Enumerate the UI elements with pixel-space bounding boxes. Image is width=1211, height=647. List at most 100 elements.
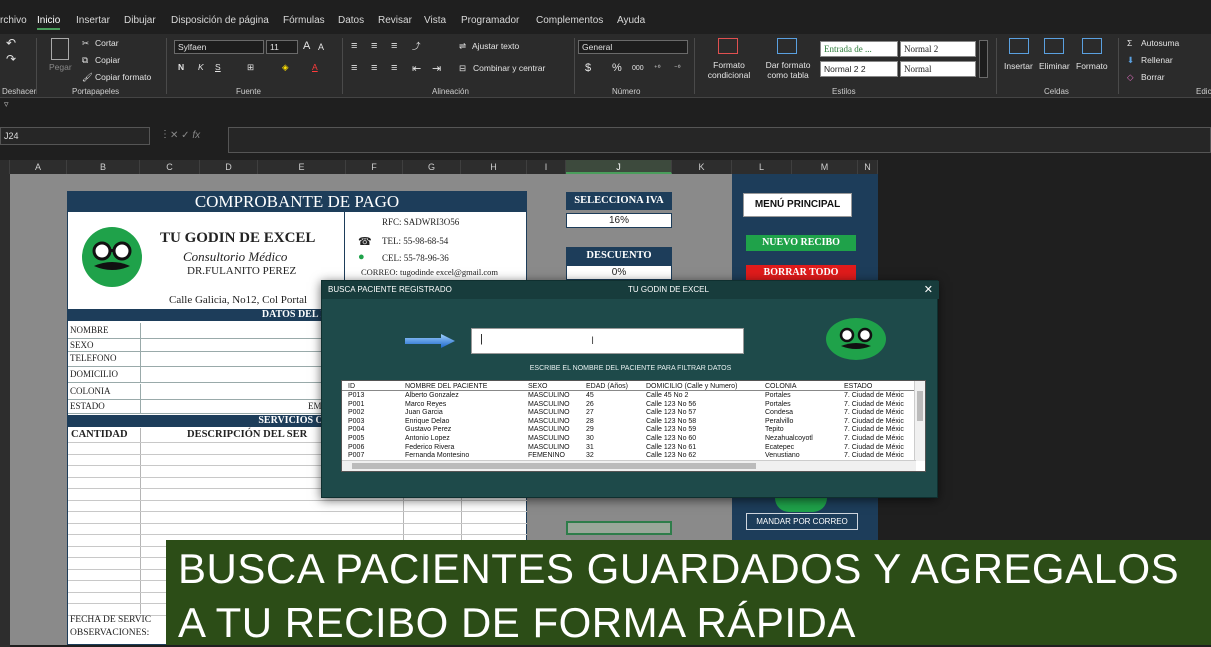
- selected-cell-j24[interactable]: [566, 521, 672, 535]
- row-header[interactable]: [0, 295, 10, 306]
- row-header[interactable]: [0, 361, 10, 372]
- align-left-icon[interactable]: ≡: [351, 62, 357, 74]
- currency-button[interactable]: $: [585, 62, 591, 74]
- row-header[interactable]: [0, 416, 10, 427]
- clear-icon[interactable]: ◇: [1127, 72, 1134, 83]
- menu-inicio[interactable]: Inicio: [37, 15, 61, 30]
- menu-ayuda[interactable]: Ayuda: [617, 15, 645, 26]
- row-header[interactable]: [0, 427, 10, 438]
- cut-button[interactable]: Cortar: [95, 38, 119, 48]
- patient-list-item[interactable]: P002 Juan Garcia MASCULINO 27 Calle 123 No 5…: [342, 409, 916, 417]
- patient-list-item[interactable]: P001 Marco Reyes MASCULINO 26 Calle 123 No 5…: [342, 401, 916, 409]
- insert-cells-button[interactable]: Insertar: [1004, 61, 1033, 71]
- menu-programador[interactable]: Programador: [461, 15, 519, 26]
- thousands-button[interactable]: 000: [632, 65, 644, 72]
- col-header-k[interactable]: K: [672, 160, 732, 174]
- row-header[interactable]: [0, 449, 10, 460]
- row-header[interactable]: [0, 570, 10, 581]
- redo-icon[interactable]: ↷: [6, 52, 16, 66]
- menu-complementos[interactable]: Complementos: [536, 15, 603, 26]
- row-header[interactable]: [0, 339, 10, 350]
- grow-font-icon[interactable]: A: [303, 40, 310, 52]
- row-header[interactable]: [0, 251, 10, 262]
- align-center-icon[interactable]: ≡: [371, 62, 377, 74]
- format-painter-button[interactable]: Copiar formato: [95, 72, 151, 82]
- patient-search-input[interactable]: | I: [471, 328, 744, 354]
- style-normal-2-2[interactable]: Normal 2 2: [820, 61, 898, 77]
- delete-cells-icon[interactable]: [1044, 38, 1064, 54]
- row-header[interactable]: [0, 493, 10, 504]
- send-email-button[interactable]: MANDAR POR CORREO: [746, 513, 858, 530]
- row-header[interactable]: [0, 317, 10, 328]
- insert-cells-icon[interactable]: [1009, 38, 1029, 54]
- formula-input[interactable]: [228, 127, 1211, 153]
- row-header[interactable]: [0, 438, 10, 449]
- row-header[interactable]: [0, 482, 10, 493]
- number-format-select[interactable]: General: [578, 40, 688, 54]
- row-header[interactable]: [0, 174, 10, 185]
- merge-icon[interactable]: ⊟: [459, 63, 466, 74]
- patient-list-item[interactable]: P004 Gustavo Perez MASCULINO 29 Calle 123 No…: [342, 426, 916, 434]
- row-header[interactable]: [0, 207, 10, 218]
- new-receipt-button[interactable]: NUEVO RECIBO: [746, 235, 856, 251]
- style-normal-2[interactable]: Normal 2: [900, 41, 976, 57]
- indent-increase-icon[interactable]: ⇥: [432, 62, 441, 75]
- styles-scroll[interactable]: [979, 40, 988, 78]
- increase-decimal-icon[interactable]: ⁺⁰: [654, 64, 661, 72]
- menu-datos[interactable]: Datos: [338, 15, 364, 26]
- cut-icon[interactable]: ✂: [82, 38, 89, 49]
- menu-revisar[interactable]: Revisar: [378, 15, 412, 26]
- col-header-m[interactable]: M: [792, 160, 858, 174]
- fill-color-icon[interactable]: ◈: [282, 62, 289, 73]
- row-header[interactable]: [0, 515, 10, 526]
- row-header[interactable]: [0, 284, 10, 295]
- col-header-d[interactable]: D: [200, 160, 258, 174]
- wrap-text-icon[interactable]: ⇌: [459, 41, 466, 52]
- col-header-n[interactable]: N: [858, 160, 878, 174]
- col-header-e[interactable]: E: [258, 160, 346, 174]
- col-header-f[interactable]: F: [346, 160, 403, 174]
- copy-icon[interactable]: ⧉: [82, 55, 88, 66]
- row-header[interactable]: [0, 262, 10, 273]
- align-top-icon[interactable]: ≡: [351, 40, 357, 52]
- row-header[interactable]: [0, 405, 10, 416]
- decrease-decimal-icon[interactable]: ⁻⁰: [674, 64, 681, 72]
- row-header[interactable]: [0, 460, 10, 471]
- patient-list-item[interactable]: P007 Fernanda Montesino FEMENINO 32 Calle 12…: [342, 452, 916, 460]
- col-header-h[interactable]: H: [461, 160, 527, 174]
- row-header[interactable]: [0, 185, 10, 196]
- copy-button[interactable]: Copiar: [95, 55, 120, 65]
- row-header[interactable]: [0, 394, 10, 405]
- row-header[interactable]: [0, 196, 10, 207]
- estado-cell[interactable]: [140, 400, 258, 413]
- row-header[interactable]: [0, 372, 10, 383]
- menu-insertar[interactable]: Insertar: [76, 15, 110, 26]
- format-cells-icon[interactable]: [1082, 38, 1102, 54]
- listbox-hscrollbar[interactable]: [342, 460, 916, 471]
- format-painter-icon[interactable]: 🖌: [82, 72, 93, 83]
- menu-vista[interactable]: Vista: [424, 15, 446, 26]
- fill-icon[interactable]: ⬇: [1127, 55, 1134, 66]
- format-table-icon[interactable]: [777, 38, 797, 54]
- col-header-c[interactable]: C: [140, 160, 200, 174]
- row-header[interactable]: [0, 328, 10, 339]
- align-bottom-icon[interactable]: ≡: [391, 40, 397, 52]
- menu-formulas[interactable]: Fórmulas: [283, 15, 325, 26]
- menu-archivo[interactable]: rchivo: [0, 15, 27, 26]
- discount-value[interactable]: 0%: [566, 265, 672, 280]
- autosum-icon[interactable]: Σ: [1127, 38, 1132, 48]
- autosum-button[interactable]: Autosuma: [1141, 38, 1179, 48]
- row-header[interactable]: [0, 559, 10, 570]
- orientation-icon[interactable]: ⤴: [412, 40, 421, 52]
- wrap-text-button[interactable]: Ajustar texto: [472, 41, 519, 51]
- style-normal[interactable]: Normal: [900, 61, 976, 77]
- col-header-l[interactable]: L: [732, 160, 792, 174]
- row-header[interactable]: [0, 306, 10, 317]
- close-icon[interactable]: ✕: [924, 281, 933, 299]
- clear-all-button[interactable]: BORRAR TODO: [746, 265, 856, 281]
- row-header[interactable]: [0, 537, 10, 548]
- conditional-format-icon[interactable]: [718, 38, 738, 54]
- row-header[interactable]: [0, 526, 10, 537]
- row-header[interactable]: [0, 229, 10, 240]
- indent-decrease-icon[interactable]: ⇤: [412, 62, 421, 75]
